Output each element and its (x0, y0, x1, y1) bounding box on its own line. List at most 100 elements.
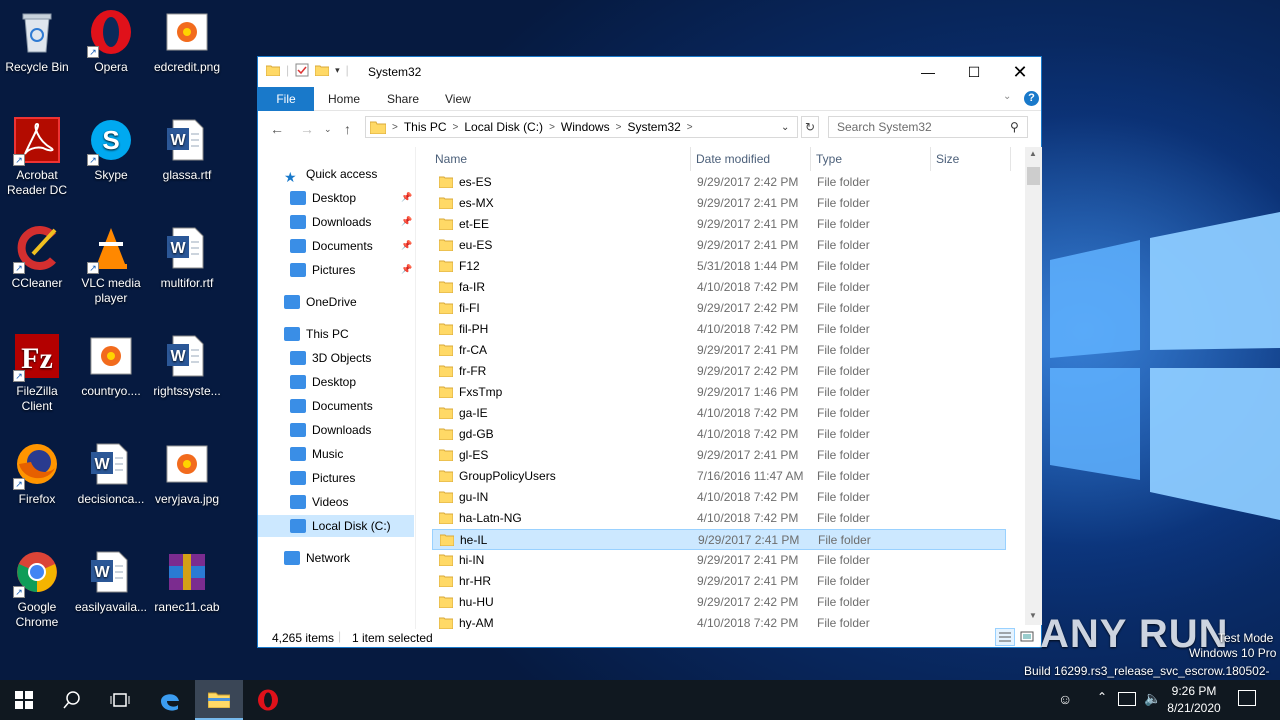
clock-time[interactable]: 9:26 PM (1164, 684, 1224, 698)
vertical-scrollbar[interactable]: ▲ ▼ (1025, 147, 1042, 625)
breadcrumb-system32[interactable]: System32 (627, 120, 680, 134)
file-row[interactable]: he-IL 9/29/2017 2:41 PM File folder (432, 529, 1006, 550)
nav-network[interactable]: Network (284, 547, 350, 569)
column-divider[interactable] (690, 147, 691, 171)
file-row[interactable]: eu-ES 9/29/2017 2:41 PM File folder (432, 235, 1006, 256)
desktop-icon[interactable]: Recycle Bin (0, 8, 74, 75)
desktop-icon[interactable]: countryo.... (74, 332, 148, 399)
up-button[interactable]: ↑ (344, 121, 351, 137)
nav-qa-desktop[interactable]: Desktop (290, 187, 356, 209)
desktop-icon[interactable]: S ↗ Skype (74, 116, 148, 183)
nav-pc-3d-objects[interactable]: 3D Objects (290, 347, 371, 369)
people-icon[interactable]: ☺ (1058, 691, 1072, 707)
opera-taskbar-button[interactable] (244, 680, 292, 720)
close-button[interactable]: ✕ (997, 57, 1043, 87)
desktop-icon[interactable]: ranec11.cab (150, 548, 224, 615)
column-type[interactable]: Type (816, 147, 842, 171)
file-row[interactable]: ga-IE 4/10/2018 7:42 PM File folder (432, 403, 1006, 424)
nav-qa-downloads[interactable]: Downloads (290, 211, 371, 233)
desktop-icon[interactable]: ↗ Opera (74, 8, 148, 75)
desktop-icon[interactable]: veryjava.jpg (150, 440, 224, 507)
file-row[interactable]: fr-CA 9/29/2017 2:41 PM File folder (432, 340, 1006, 361)
large-icons-view-button[interactable] (1019, 629, 1037, 645)
desktop-icon[interactable]: ↗ Google Chrome (0, 548, 74, 630)
properties-icon[interactable] (295, 63, 309, 77)
nav-pc-pictures[interactable]: Pictures (290, 467, 355, 489)
desktop-icon[interactable]: edcredit.png (150, 8, 224, 75)
desktop-icon[interactable]: ↗ Firefox (0, 440, 74, 507)
back-button[interactable]: ← (270, 121, 284, 137)
column-divider[interactable] (930, 147, 931, 171)
file-row[interactable]: fi-FI 9/29/2017 2:42 PM File folder (432, 298, 1006, 319)
address-dropdown-icon[interactable]: ⌄ (781, 122, 789, 133)
file-row[interactable]: ha-Latn-NG 4/10/2018 7:42 PM File folder (432, 508, 1006, 529)
nav-pc-local-disk-c-[interactable]: Local Disk (C:) (258, 515, 414, 537)
file-row[interactable]: F12 5/31/2018 1:44 PM File folder (432, 256, 1006, 277)
file-row[interactable]: gu-IN 4/10/2018 7:42 PM File folder (432, 487, 1006, 508)
file-row[interactable]: hi-IN 9/29/2017 2:41 PM File folder (432, 550, 1006, 571)
nav-qa-pictures[interactable]: Pictures (290, 259, 355, 281)
column-divider[interactable] (810, 147, 811, 171)
forward-button[interactable]: → (300, 121, 314, 137)
tab-file[interactable]: File (258, 87, 314, 111)
action-center-icon[interactable] (1238, 690, 1256, 706)
address-input[interactable]: > This PC > Local Disk (C:) > Windows > … (365, 116, 798, 138)
column-name[interactable]: Name (435, 147, 467, 171)
file-row[interactable]: gl-ES 9/29/2017 2:41 PM File folder (432, 445, 1006, 466)
file-row[interactable]: es-MX 9/29/2017 2:41 PM File folder (432, 193, 1006, 214)
maximize-button[interactable]: ☐ (951, 57, 997, 87)
refresh-button[interactable]: ↻ (801, 116, 819, 138)
column-date-modified[interactable]: Date modified (696, 147, 770, 171)
nav-this-pc[interactable]: This PC (284, 323, 349, 345)
tab-view[interactable]: View (445, 87, 471, 111)
desktop-icon[interactable]: ↗ CCleaner (0, 224, 74, 291)
desktop-icon[interactable]: Weasilyavaila... (74, 548, 148, 615)
nav-pc-downloads[interactable]: Downloads (290, 419, 371, 441)
file-row[interactable]: et-EE 9/29/2017 2:41 PM File folder (432, 214, 1006, 235)
nav-onedrive[interactable]: OneDrive (284, 291, 357, 313)
desktop-icon[interactable]: ↗ Acrobat Reader DC (0, 116, 74, 198)
nav-pc-documents[interactable]: Documents (290, 395, 373, 417)
file-row[interactable]: hu-HU 9/29/2017 2:42 PM File folder (432, 592, 1006, 613)
file-row[interactable]: GroupPolicyUsers 7/16/2016 11:47 AM File f… (432, 466, 1006, 487)
breadcrumb-this-pc[interactable]: This PC (404, 120, 447, 134)
help-icon[interactable]: ? (1024, 91, 1039, 106)
volume-icon[interactable]: 🔈 (1144, 690, 1161, 707)
file-explorer-taskbar-button[interactable] (195, 680, 243, 720)
clock-date[interactable]: 8/21/2020 (1164, 701, 1224, 715)
desktop-icon[interactable]: Fz ↗ FileZilla Client (0, 332, 74, 414)
tray-overflow-icon[interactable]: ⌃ (1097, 690, 1107, 704)
file-row[interactable]: fr-FR 9/29/2017 2:42 PM File folder (432, 361, 1006, 382)
scroll-down-icon[interactable]: ▼ (1029, 611, 1037, 620)
start-button[interactable] (0, 680, 48, 720)
desktop-icon[interactable]: Wglassa.rtf (150, 116, 224, 183)
nav-pc-videos[interactable]: Videos (290, 491, 348, 513)
search-button[interactable] (48, 680, 96, 720)
file-row[interactable]: es-ES 9/29/2017 2:42 PM File folder (432, 172, 1006, 193)
tab-home[interactable]: Home (328, 87, 360, 111)
file-row[interactable]: fil-PH 4/10/2018 7:42 PM File folder (432, 319, 1006, 340)
desktop-icon[interactable]: Wdecisionca... (74, 440, 148, 507)
new-folder-icon[interactable] (315, 64, 330, 76)
ribbon-expand-icon[interactable]: ⌄ (1003, 91, 1011, 102)
minimize-button[interactable]: — (905, 57, 951, 87)
column-size[interactable]: Size (936, 147, 959, 171)
file-row[interactable]: hr-HR 9/29/2017 2:41 PM File folder (432, 571, 1006, 592)
breadcrumb-local-disk[interactable]: Local Disk (C:) (464, 120, 543, 134)
nav-pc-desktop[interactable]: Desktop (290, 371, 356, 393)
nav-pc-music[interactable]: Music (290, 443, 343, 465)
details-view-button[interactable] (995, 628, 1015, 646)
scrollbar-thumb[interactable] (1027, 167, 1040, 185)
edge-button[interactable] (146, 680, 194, 720)
search-input[interactable]: Search System32 (828, 116, 1028, 138)
task-view-button[interactable] (96, 680, 144, 720)
desktop-icon[interactable]: Wrightssyste... (150, 332, 224, 399)
network-icon[interactable] (1118, 692, 1136, 706)
nav-qa-documents[interactable]: Documents (290, 235, 373, 257)
file-row[interactable]: hy-AM 4/10/2018 7:42 PM File folder (432, 613, 1006, 629)
qa-dropdown-icon[interactable]: ▾ (335, 65, 340, 76)
nav-quick-access[interactable]: ★ Quick access (284, 163, 377, 185)
tab-share[interactable]: Share (387, 87, 419, 111)
desktop-icon[interactable]: Wmultifor.rtf (150, 224, 224, 291)
file-row[interactable]: FxsTmp 9/29/2017 1:46 PM File folder (432, 382, 1006, 403)
